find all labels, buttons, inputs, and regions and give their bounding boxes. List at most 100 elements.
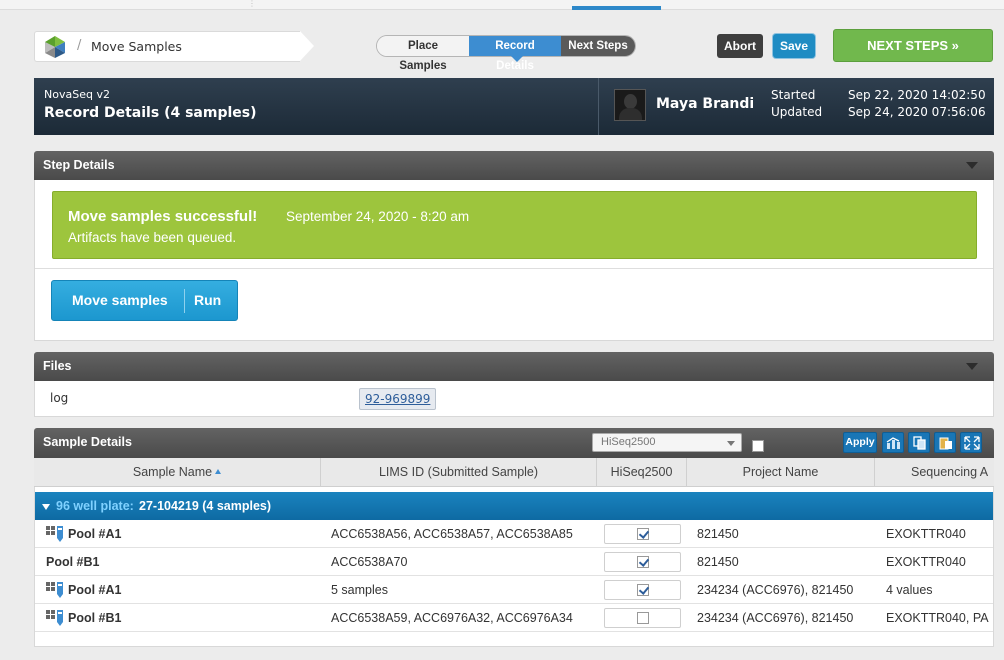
- divider: [35, 268, 993, 269]
- user-name: Maya Brandi: [656, 96, 755, 112]
- expand-group-icon[interactable]: [42, 504, 50, 510]
- column-hiseq2500[interactable]: HiSeq2500: [597, 458, 687, 487]
- files-title: Files: [43, 359, 72, 373]
- hiseq-cell: [604, 524, 681, 544]
- app-logo-icon[interactable]: [43, 35, 67, 59]
- sample-name: Pool #A1: [68, 527, 122, 541]
- file-label: log: [50, 391, 69, 405]
- move-samples-run-button[interactable]: Move samples Run: [51, 280, 238, 321]
- step-details-body: Move samples successful! September 24, 2…: [34, 180, 994, 341]
- started-label: Started: [771, 88, 816, 102]
- record-banner: NovaSeq v2 Record Details (4 samples) Ma…: [34, 78, 994, 135]
- breadcrumb-separator: /: [77, 38, 82, 53]
- files-body: log 92-969899: [34, 381, 994, 417]
- pool-icon: [46, 610, 63, 626]
- sample-name: Pool #B1: [46, 555, 100, 569]
- avatar-body: [619, 108, 642, 120]
- run-button-divider: [184, 289, 185, 313]
- step-header: / Move Samples Place Samples Record Deta…: [34, 29, 994, 72]
- page-title: Move Samples: [91, 39, 182, 54]
- sequencing-value: EXOKTTR040: [886, 527, 966, 541]
- top-strip: ⋮: [0, 0, 1004, 10]
- hiseq-cell: [604, 580, 681, 600]
- apply-value-checkbox[interactable]: [752, 440, 764, 452]
- success-subtext: Artifacts have been queued.: [68, 230, 237, 245]
- column-sample-name-label: Sample Name: [132, 465, 213, 479]
- project-name: 234234 (ACC6976), 821450: [697, 583, 854, 597]
- chevron-down-icon: [727, 441, 735, 446]
- step-details-header[interactable]: Step Details: [34, 151, 994, 180]
- table-row[interactable]: Pool #A1 ACC6538A56, ACC6538A57, ACC6538…: [35, 520, 993, 548]
- save-button[interactable]: Save: [773, 34, 815, 58]
- project-name: 821450: [697, 527, 739, 541]
- banner-title: Record Details (4 samples): [44, 105, 257, 121]
- sample-table-header: Sample Name LIMS ID (Submitted Sample) H…: [34, 458, 994, 487]
- column-sample-name[interactable]: Sample Name: [34, 458, 321, 487]
- group-label: 96 well plate:: [56, 499, 134, 513]
- active-tab-indicator: [572, 6, 661, 10]
- chart-icon[interactable]: [882, 432, 904, 453]
- apply-button[interactable]: Apply: [843, 432, 877, 453]
- updated-value: Sep 24, 2020 07:56:06: [848, 105, 986, 119]
- sample-name: Pool #B1: [68, 611, 122, 625]
- abort-button[interactable]: Abort: [717, 34, 763, 58]
- table-row[interactable]: Pool #B1 ACC6538A59, ACC6976A32, ACC6976…: [35, 604, 993, 632]
- step-details-title: Step Details: [43, 158, 115, 172]
- step-record-details[interactable]: Record Details: [469, 36, 561, 72]
- banner-sample-count: (4 samples): [164, 105, 257, 121]
- table-row[interactable]: Pool #B1 ACC6538A70 821450 EXOKTTR040: [35, 548, 993, 576]
- sequencing-value: EXOKTTR040: [886, 555, 966, 569]
- files-header[interactable]: Files: [34, 352, 994, 381]
- collapse-icon[interactable]: [966, 162, 978, 169]
- project-name: 821450: [697, 555, 739, 569]
- container-group-row[interactable]: 96 well plate: 27-104219 (4 samples): [35, 492, 993, 520]
- lims-id: ACC6538A70: [331, 555, 408, 569]
- lims-id: ACC6538A56, ACC6538A57, ACC6538A85: [331, 527, 573, 541]
- step-progress: Place Samples Record Details Next Steps: [376, 35, 636, 72]
- run-button-action: Run: [194, 292, 222, 308]
- collapse-icon[interactable]: [966, 363, 978, 370]
- success-message: Move samples successful!: [68, 208, 258, 225]
- file-link[interactable]: 92-969899: [359, 388, 437, 410]
- hiseq-checkbox[interactable]: [637, 612, 649, 624]
- hiseq-cell: [604, 552, 681, 572]
- column-lims-id[interactable]: LIMS ID (Submitted Sample): [321, 458, 597, 487]
- run-button-label: Move samples: [72, 292, 168, 308]
- hiseq-checkbox[interactable]: [637, 556, 649, 568]
- step-next-steps[interactable]: Next Steps: [561, 36, 635, 56]
- success-alert: Move samples successful! September 24, 2…: [52, 191, 977, 259]
- sample-details-title: Sample Details: [43, 435, 132, 449]
- next-steps-button[interactable]: NEXT STEPS »: [833, 29, 993, 62]
- avatar: [614, 89, 646, 121]
- field-select[interactable]: HiSeq2500: [592, 433, 742, 452]
- copy-icon[interactable]: [908, 432, 930, 453]
- column-project-name[interactable]: Project Name: [687, 458, 875, 487]
- project-name: 234234 (ACC6976), 821450: [697, 611, 854, 625]
- pool-icon: [46, 526, 63, 542]
- lims-id: ACC6538A59, ACC6976A32, ACC6976A34: [331, 611, 573, 625]
- group-value: 27-104219 (4 samples): [139, 499, 272, 513]
- sequencing-value: EXOKTTR040, PA: [886, 611, 989, 625]
- protocol-name: NovaSeq v2: [44, 88, 110, 101]
- sample-name: Pool #A1: [68, 583, 122, 597]
- hiseq-checkbox[interactable]: [637, 584, 649, 596]
- lims-id: 5 samples: [331, 583, 388, 597]
- sort-ascending-icon: [215, 469, 222, 474]
- updated-label: Updated: [771, 105, 823, 119]
- started-value: Sep 22, 2020 14:02:50: [848, 88, 986, 102]
- banner-divider: [598, 78, 599, 135]
- expand-icon[interactable]: [960, 432, 982, 453]
- sample-details-header: Sample Details HiSeq2500 Apply: [34, 428, 994, 458]
- banner-title-text: Record Details: [44, 105, 160, 121]
- table-row[interactable]: Pool #A1 5 samples 234234 (ACC6976), 821…: [35, 576, 993, 604]
- pool-icon: [46, 582, 63, 598]
- paste-icon[interactable]: [934, 432, 956, 453]
- hiseq-cell: [604, 608, 681, 628]
- hiseq-checkbox[interactable]: [637, 528, 649, 540]
- breadcrumb: / Move Samples: [34, 31, 300, 62]
- sequencing-value: 4 values: [886, 583, 933, 597]
- sample-table-body: 96 well plate: 27-104219 (4 samples) Poo…: [34, 487, 994, 647]
- avatar-head: [624, 94, 637, 109]
- step-place-samples[interactable]: Place Samples: [377, 36, 469, 72]
- column-sequencing[interactable]: Sequencing A: [875, 458, 1004, 487]
